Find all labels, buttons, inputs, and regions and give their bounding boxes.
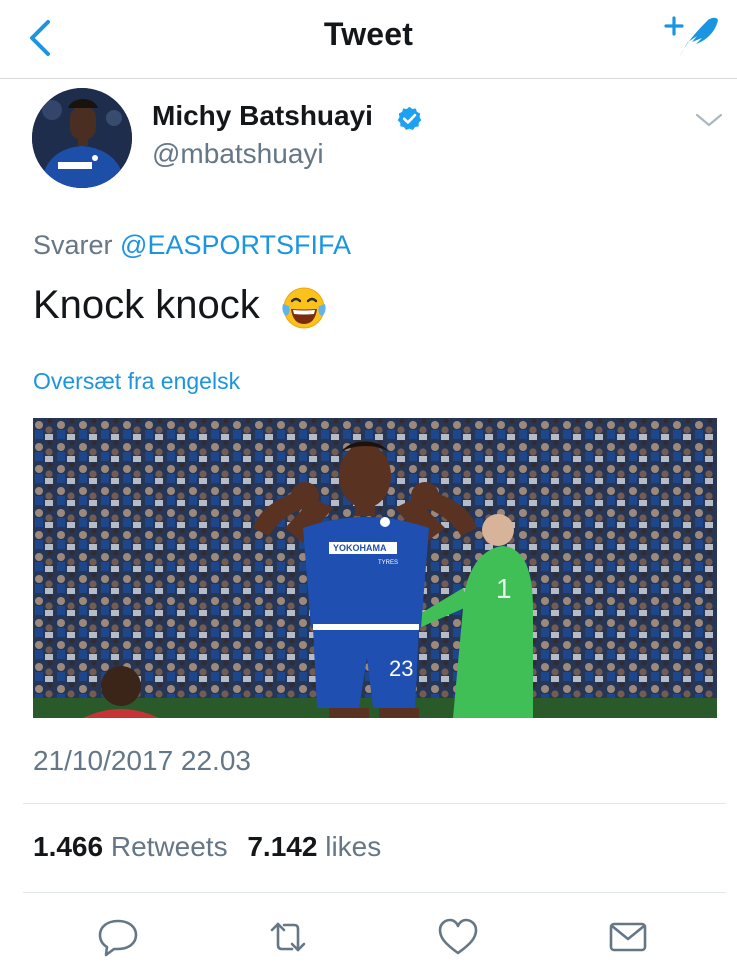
retweets-label[interactable]: Retweets	[111, 831, 228, 862]
verified-badge-icon	[397, 106, 422, 130]
compose-feather-icon[interactable]	[664, 14, 720, 60]
avatar[interactable]	[32, 88, 132, 188]
tears-of-joy-emoji-icon	[282, 287, 326, 329]
speech-bubble-icon[interactable]	[96, 915, 140, 959]
tweet-stats: 1.466 Retweets 7.142 likes	[33, 831, 381, 863]
reply-context: Svarer @EASPORTSFIFA	[33, 230, 351, 261]
divider	[23, 803, 726, 804]
likes-count[interactable]: 7.142	[247, 831, 317, 862]
chevron-down-icon[interactable]	[694, 110, 724, 130]
jersey-sponsor-sub: TYRES	[378, 560, 398, 566]
reply-prefix: Svarer	[33, 230, 113, 260]
navigation-bar: Tweet	[0, 0, 737, 79]
keeper-number: 1	[496, 573, 512, 604]
reply-mention-link[interactable]: @EASPORTSFIFA	[120, 230, 351, 260]
heart-icon[interactable]	[436, 915, 480, 959]
retweets-count[interactable]: 1.466	[33, 831, 103, 862]
envelope-icon[interactable]	[606, 915, 650, 959]
author-handle[interactable]: @mbatshuayi	[152, 138, 324, 170]
translate-link[interactable]: Oversæt fra engelsk	[33, 368, 240, 395]
author-name[interactable]: Michy Batshuayi	[152, 100, 373, 132]
jersey-number-text: 23	[389, 656, 413, 681]
retweet-icon[interactable]	[266, 915, 310, 959]
tweet-timestamp: 21/10/2017 22.03	[33, 745, 251, 776]
jersey-sponsor-text: YOKOHAMA	[333, 543, 387, 553]
divider	[23, 892, 726, 893]
page-title: Tweet	[323, 16, 414, 52]
likes-label[interactable]: likes	[325, 831, 381, 862]
tweet-photo[interactable]: 1 YOKOHAMA TYRES 23	[33, 418, 717, 718]
tweet-text: Knock knock	[33, 283, 260, 327]
celebration-photo: 1 YOKOHAMA TYRES 23	[33, 418, 717, 718]
avatar-photo	[32, 88, 132, 188]
